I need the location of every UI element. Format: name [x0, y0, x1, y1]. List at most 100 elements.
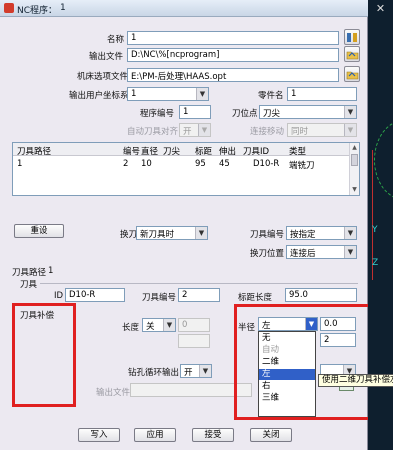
col-header[interactable]: 标距	[195, 145, 212, 157]
tool-id-field[interactable]: D10-R	[65, 288, 125, 302]
machine-option-field[interactable]: E:\PM-后处理\HAAS.opt	[127, 68, 339, 82]
table-scrollbar[interactable]: ▲ ▼	[349, 143, 359, 195]
col-header[interactable]: 刀具路径	[17, 145, 51, 157]
dropdown-option[interactable]: 无	[259, 333, 315, 344]
y-axis-label: Y	[372, 225, 378, 235]
col-header[interactable]: 伸出	[219, 145, 236, 157]
auto-align-select[interactable]: 开 ▼	[179, 123, 211, 137]
table-cell: 95	[195, 159, 206, 169]
reset-button[interactable]: 重设	[14, 224, 64, 238]
open-folder-icon[interactable]	[344, 46, 360, 62]
chevron-down-icon: ▼	[344, 246, 356, 258]
ucs-select[interactable]: 1 ▼	[127, 87, 209, 101]
length-comp-extra[interactable]	[178, 334, 210, 348]
name-label: 名称	[107, 35, 125, 45]
drill-cycle-select[interactable]: 开 ▼	[180, 364, 212, 378]
tool-number-mode-select[interactable]: 按指定 ▼	[286, 226, 357, 240]
length-comp-value: 关	[146, 322, 155, 332]
name-field[interactable]: 1	[127, 31, 339, 45]
dropdown-option[interactable]: 右	[259, 381, 315, 392]
scroll-up-icon[interactable]: ▲	[351, 144, 358, 152]
length-comp-label: 长度	[122, 323, 140, 333]
col-header[interactable]: 直径	[141, 145, 158, 157]
gauge-length-label: 标距长度	[238, 293, 273, 303]
length-comp-select[interactable]: 关 ▼	[142, 318, 176, 332]
chevron-down-icon: ▼	[198, 124, 210, 136]
link-move-select[interactable]: 同时 ▼	[287, 123, 357, 137]
properties-icon[interactable]	[344, 29, 360, 45]
dropdown-option-selected[interactable]: 左	[259, 369, 315, 380]
tool-number-label: 刀具编号	[142, 293, 177, 303]
part-name-field[interactable]: 1	[287, 87, 357, 101]
chevron-down-icon: ▼	[163, 319, 175, 331]
length-comp-number[interactable]: 0	[178, 318, 210, 332]
table-cell: D10-R	[253, 159, 280, 169]
ucs-value: 1	[131, 89, 137, 99]
gauge-length-field[interactable]: 95.0	[285, 288, 357, 302]
toolpath-arc	[374, 120, 393, 200]
window-title: NC程序：	[17, 6, 58, 16]
link-move-label: 连接移动	[250, 127, 285, 137]
scroll-down-icon[interactable]: ▼	[351, 186, 358, 194]
link-move-value: 同时	[291, 127, 309, 137]
dropdown-option[interactable]: 自动	[259, 345, 315, 356]
chevron-down-icon: ▼	[344, 106, 356, 118]
tool-number-mode-value: 按指定	[290, 230, 316, 240]
open-folder-icon[interactable]	[344, 66, 360, 82]
drill-cycle-value: 开	[184, 368, 193, 378]
program-number-label: 程序编号	[140, 109, 175, 119]
tool-change-select[interactable]: 新刀具时 ▼	[136, 226, 208, 240]
annotation-box-left	[12, 303, 76, 407]
program-number-field[interactable]: 1	[179, 105, 211, 119]
tool-change-position-value: 连接后	[290, 249, 316, 259]
table-cell: 10	[141, 159, 152, 169]
auto-align-label: 自动刀具对齐	[127, 127, 179, 137]
tool-point-label: 刀位点	[232, 109, 258, 119]
tool-point-select[interactable]: 刀尖 ▼	[259, 105, 357, 119]
chevron-down-icon: ▼	[199, 365, 211, 377]
dropdown-option[interactable]: 二维	[259, 357, 315, 368]
col-header[interactable]: 编号	[123, 145, 140, 157]
auto-align-value: 开	[183, 127, 192, 137]
toolpath-table[interactable]: 刀具路径 编号 直径 刀尖 标距 伸出 刀具ID 类型 1 2 10 95 45…	[12, 142, 360, 196]
tool-change-position-select[interactable]: 连接后 ▼	[286, 245, 357, 259]
table-cell: 端铣刀	[289, 161, 315, 171]
toolpath-value: 1	[48, 266, 54, 276]
tooltip: 使用二维刀具补偿左	[318, 374, 393, 387]
tool-change-value: 新刀具时	[140, 230, 175, 240]
title-bar: NC程序： 1	[0, 0, 368, 17]
write-button[interactable]: 写入	[78, 428, 120, 442]
apply-button[interactable]: 应用	[134, 428, 176, 442]
close-icon[interactable]: ✕	[371, 2, 390, 16]
table-header: 刀具路径 编号 直径 刀尖 标距 伸出 刀具ID 类型	[13, 143, 349, 157]
chevron-down-icon: ▼	[344, 227, 356, 239]
ucs-label: 输出用户坐标系	[69, 91, 129, 101]
table-cell: 2	[123, 159, 129, 169]
tool-id-label: ID	[54, 291, 64, 301]
tool-number-field[interactable]: 2	[178, 288, 220, 302]
scroll-thumb[interactable]	[351, 154, 358, 166]
app-icon	[4, 3, 14, 13]
col-header[interactable]: 刀尖	[163, 145, 180, 157]
close-button[interactable]: 关闭	[250, 428, 292, 442]
dropdown-option[interactable]: 三维	[259, 393, 315, 404]
table-cell: 45	[219, 159, 230, 169]
chevron-down-icon: ▼	[196, 88, 208, 100]
machine-option-label: 机床选项文件	[77, 72, 129, 82]
col-header[interactable]: 类型	[289, 145, 306, 157]
output-file-label: 输出文件	[89, 52, 124, 62]
divider	[40, 283, 358, 284]
table-cell: 1	[17, 159, 23, 169]
output-file-field[interactable]: D:\NC\%[ncprogram]	[127, 48, 339, 62]
drill-output-file-label: 输出文件	[96, 388, 131, 398]
tool-number-mode-label: 刀具编号	[250, 230, 285, 240]
tool-point-value: 刀尖	[263, 109, 281, 119]
table-row[interactable]: 1 2 10 95 45 D10-R 端铣刀	[13, 157, 349, 171]
accept-button[interactable]: 接受	[192, 428, 234, 442]
tool-change-label: 换刀	[120, 230, 138, 240]
col-header[interactable]: 刀具ID	[243, 145, 269, 157]
tool-group-label: 刀具	[20, 280, 38, 290]
nc-program-dialog: NC程序： 1 名称 1 输出文件 D:\NC\%[ncprogram] 机床选…	[0, 0, 393, 450]
toolpath-label: 刀具路径	[12, 268, 47, 278]
radius-comp-dropdown[interactable]: 无 自动 二维 左 右 三维	[258, 331, 316, 417]
